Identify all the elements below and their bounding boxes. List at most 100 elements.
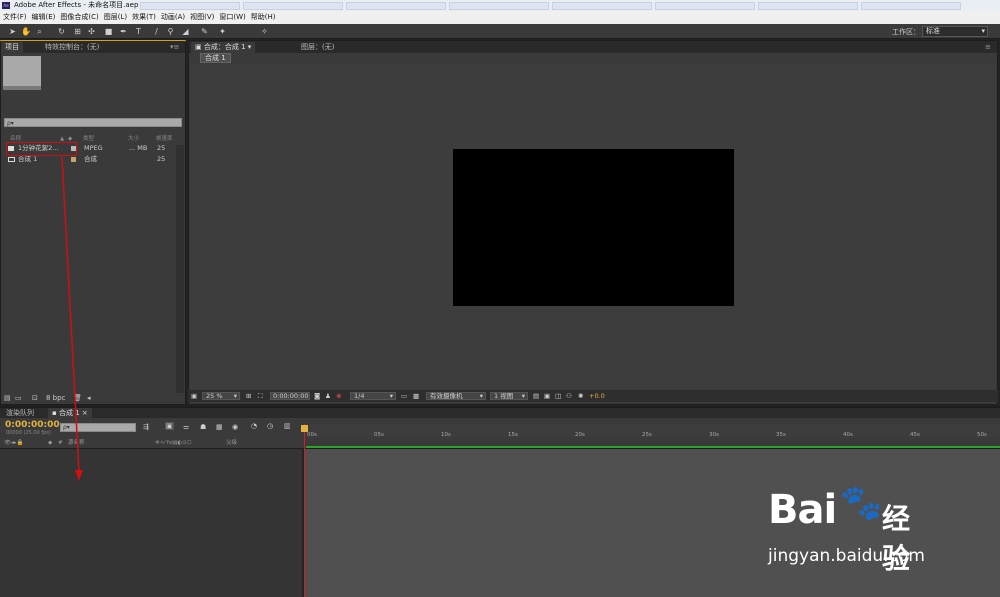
menu-item[interactable]: 图层(L): [104, 13, 127, 21]
tab-effect-controls[interactable]: 特效控制台：(无): [41, 42, 103, 53]
bit-depth-toggle[interactable]: 8 bpc: [46, 393, 65, 404]
menu-item[interactable]: 图像合成(C): [60, 13, 98, 21]
item-name: 合成 1: [18, 155, 38, 163]
comp-mini-flowchart-icon[interactable]: ⇶: [143, 423, 149, 431]
timeline-current-time[interactable]: 0:00:00:00: [5, 420, 60, 430]
transparency-grid-icon[interactable]: ▩: [413, 390, 419, 402]
tab-layer[interactable]: 图层：(无): [297, 42, 338, 53]
scroll-left-icon[interactable]: ◂: [87, 393, 91, 404]
clone-stamp-tool-icon[interactable]: ⚲: [166, 27, 175, 36]
fast-preview-icon[interactable]: ▣: [544, 390, 550, 402]
menu-item[interactable]: 动画(A): [161, 13, 185, 21]
eraser-tool-icon[interactable]: ◢: [181, 27, 190, 36]
timeline-icon[interactable]: ◫: [555, 390, 561, 402]
new-comp-icon[interactable]: ⊡: [32, 393, 38, 404]
comp-frame[interactable]: [453, 149, 734, 306]
interpret-footage-icon[interactable]: ▤: [4, 393, 11, 404]
comp-flow-button[interactable]: 合成 1: [200, 53, 231, 63]
menu-item[interactable]: 帮助(H): [251, 13, 276, 21]
item-thumbnail: [3, 56, 41, 90]
live-update-icon[interactable]: ▣: [165, 422, 174, 430]
chevron-down-icon: ▾: [521, 392, 525, 400]
composition-icon: [8, 157, 15, 162]
menu-item[interactable]: 编辑(E): [32, 13, 56, 21]
toggle-pixel-aspect-icon[interactable]: ▤: [533, 390, 539, 402]
new-folder-icon[interactable]: ▭: [15, 393, 22, 404]
brush-tool-icon[interactable]: /: [152, 27, 161, 36]
draft-3d-icon[interactable]: ⚌: [183, 423, 189, 431]
tab-composition[interactable]: ▣ 合成：合成 1 ▾: [191, 42, 256, 53]
col-fps[interactable]: 帧速率: [156, 135, 173, 143]
timer-icon[interactable]: ◷: [267, 422, 273, 430]
panel-menu-icon[interactable]: ▾≡: [166, 42, 183, 53]
workspace-value: 标准: [926, 27, 940, 35]
workspace-select[interactable]: 标准 ▾: [922, 26, 988, 37]
timeline-search-input[interactable]: ρ▾: [60, 423, 136, 432]
frame-blending-icon[interactable]: ▦: [216, 423, 223, 431]
menu-item[interactable]: 视图(V): [190, 13, 214, 21]
delete-icon[interactable]: 🗑: [73, 393, 82, 404]
timeline-fps: 00000 (25.00 fps): [6, 430, 51, 436]
menu-item[interactable]: 文件(F): [3, 13, 27, 21]
layer-number-icon: #: [58, 440, 63, 446]
text-tool-icon[interactable]: T: [134, 27, 143, 36]
pan-behind-tool-icon[interactable]: ✣: [87, 27, 96, 36]
menu-item[interactable]: 效果(T): [132, 13, 156, 21]
col-type[interactable]: 类型: [83, 135, 94, 143]
mask-visibility-icon[interactable]: ⛶: [258, 390, 263, 402]
puppet-tool-icon[interactable]: ✦: [218, 27, 227, 36]
always-preview-icon[interactable]: ▣: [191, 390, 197, 402]
camera-tool-icon[interactable]: ⊞: [73, 27, 82, 36]
layer-outline-area[interactable]: [0, 449, 302, 597]
paw-logo-icon: 🐾: [840, 483, 883, 523]
chevron-down-icon: ▾: [981, 27, 985, 35]
col-size[interactable]: 大小: [128, 135, 139, 143]
safe-zones-icon[interactable]: ⊞: [246, 390, 251, 402]
tab-project[interactable]: 项目: [1, 42, 23, 53]
project-scrollbar[interactable]: [176, 145, 184, 393]
views-value: 1 视图: [494, 392, 514, 400]
zoom-select[interactable]: 25 % ▾: [202, 392, 240, 400]
current-time-indicator[interactable]: [304, 424, 305, 597]
hide-shy-icon[interactable]: ☗: [200, 423, 206, 431]
flowchart-icon[interactable]: ⚇: [566, 390, 572, 402]
project-item-row[interactable]: 合成 1 合成 25: [4, 155, 184, 164]
panel-menu-icon[interactable]: ≡: [981, 42, 995, 53]
show-snapshot-icon[interactable]: ♟: [325, 390, 331, 402]
graph-editor-icon[interactable]: ◔: [251, 422, 257, 430]
roto-brush-tool-icon[interactable]: ✎: [200, 27, 209, 36]
hand-tool-icon[interactable]: ✋: [21, 27, 31, 36]
cti-handle-icon[interactable]: [301, 425, 308, 432]
col-parent[interactable]: 父级: [226, 438, 237, 449]
rotate-tool-icon[interactable]: ↻: [57, 27, 66, 36]
col-source-name[interactable]: 源名称: [68, 438, 85, 449]
exposure-icon[interactable]: ✺: [578, 390, 583, 402]
motion-blur-icon[interactable]: ◉: [232, 423, 238, 431]
search-icon: ρ▾: [7, 120, 14, 127]
comp-viewer-controls: ▣ 25 % ▾ ⊞ ⛶ 0:00:00:00 ◙ ♟ ❀ 1/4 ▾ ▭ ▩ 有效…: [188, 390, 998, 402]
comp-tab-label: 合成：合成 1: [203, 43, 246, 51]
baidu-watermark: Bai 🐾 经验 jingyan.baidu.com: [768, 483, 925, 575]
item-type: MPEG: [84, 144, 103, 152]
rectangle-tool-icon[interactable]: ■: [104, 27, 113, 36]
current-time-display[interactable]: 0:00:00:00: [270, 392, 310, 400]
axis-mode-icon[interactable]: ✧: [260, 27, 269, 36]
region-of-interest-icon[interactable]: ▭: [401, 390, 407, 402]
color-channel-icon[interactable]: ❀: [336, 390, 341, 402]
item-fps: 25: [157, 144, 166, 152]
pen-tool-icon[interactable]: ✒: [119, 27, 128, 36]
menu-item[interactable]: 窗口(W): [219, 13, 245, 21]
marker-icon[interactable]: ▥: [284, 422, 291, 430]
selection-tool-icon[interactable]: ➤: [8, 27, 17, 36]
camera-select[interactable]: 有效摄像机 ▾: [426, 392, 486, 400]
zoom-tool-icon[interactable]: ⌕: [35, 27, 44, 36]
snapshot-icon[interactable]: ◙: [314, 390, 320, 402]
views-select[interactable]: 1 视图 ▾: [490, 392, 528, 400]
project-footer: ▤ ▭ ⊡ 8 bpc 🗑 ◂: [1, 393, 185, 404]
project-search-input[interactable]: ρ▾: [4, 118, 182, 127]
exposure-value[interactable]: +0.0: [589, 390, 605, 402]
work-area-bar[interactable]: [306, 446, 1000, 448]
watermark-brand2: 经验: [882, 502, 911, 575]
item-type: 合成: [84, 155, 97, 163]
resolution-select[interactable]: 1/4 ▾: [350, 392, 396, 400]
